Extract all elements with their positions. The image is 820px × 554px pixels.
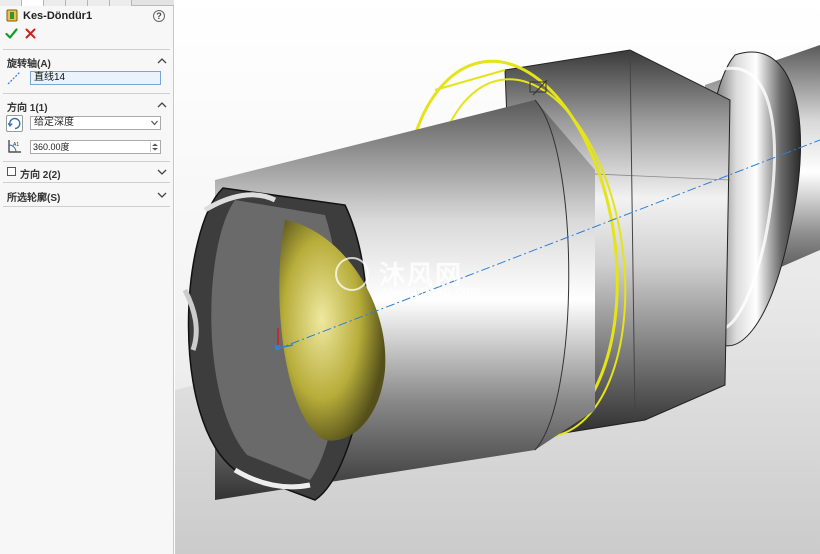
cancel-x-icon[interactable]: [24, 27, 37, 40]
svg-text:A1: A1: [13, 142, 19, 148]
end-condition-select[interactable]: 给定深度: [30, 116, 161, 130]
tab-appearance-manager[interactable]: [88, 0, 110, 6]
chevron-up-icon[interactable]: [157, 101, 167, 109]
contours-section-title[interactable]: 所选轮廓(S): [7, 189, 60, 204]
section-divider: [3, 93, 170, 94]
axis-section-title[interactable]: 旋转轴(A): [7, 55, 51, 70]
panel-tab-bar: [0, 0, 174, 6]
direction2-section-title[interactable]: 方向 2(2): [20, 166, 61, 181]
chevron-down-icon: [151, 120, 158, 126]
tab-feature-manager[interactable]: [0, 0, 22, 6]
ok-check-icon[interactable]: [5, 27, 18, 40]
watermark: 沐风网 www.mfcad.com: [335, 255, 535, 300]
section-divider: [3, 206, 170, 207]
revolve-cut-icon: [6, 9, 18, 22]
chevron-up-icon[interactable]: [157, 57, 167, 65]
spinner-icon[interactable]: [150, 142, 159, 152]
end-condition-value: 给定深度: [34, 117, 74, 128]
angle-icon: A1: [6, 138, 23, 154]
chevron-down-icon[interactable]: [157, 191, 167, 199]
section-divider: [3, 161, 170, 162]
feature-title-row: Kes-Döndür1 ?: [0, 8, 174, 24]
section-divider: [3, 182, 170, 183]
angle-input[interactable]: 360.00度: [30, 140, 161, 154]
axis-line-icon: [7, 71, 21, 85]
tab-dimxpert-manager[interactable]: [66, 0, 88, 6]
feature-title: Kes-Döndür1: [23, 10, 93, 22]
property-manager-panel: Kes-Döndür1 ? 旋转轴(A) 直线14 方向 1(1) 给定深度 A…: [0, 0, 174, 554]
direction2-checkbox[interactable]: [7, 167, 16, 176]
chevron-down-icon[interactable]: [157, 168, 167, 176]
axis-selection-box[interactable]: 直线14: [30, 71, 161, 85]
graphics-viewport[interactable]: 沐风网 www.mfcad.com: [175, 0, 820, 554]
direction1-section-title[interactable]: 方向 1(1): [7, 99, 48, 114]
tab-property-manager[interactable]: [22, 0, 44, 6]
tab-configuration-manager[interactable]: [44, 0, 66, 6]
help-icon[interactable]: ?: [153, 10, 165, 22]
watermark-url: www.mfcad.com: [381, 284, 482, 298]
angle-value: 360.00度: [33, 142, 70, 152]
section-divider: [3, 49, 170, 50]
tab-display-manager[interactable]: [110, 0, 132, 6]
watermark-logo-icon: [335, 257, 369, 291]
reverse-direction-icon[interactable]: [6, 115, 23, 132]
